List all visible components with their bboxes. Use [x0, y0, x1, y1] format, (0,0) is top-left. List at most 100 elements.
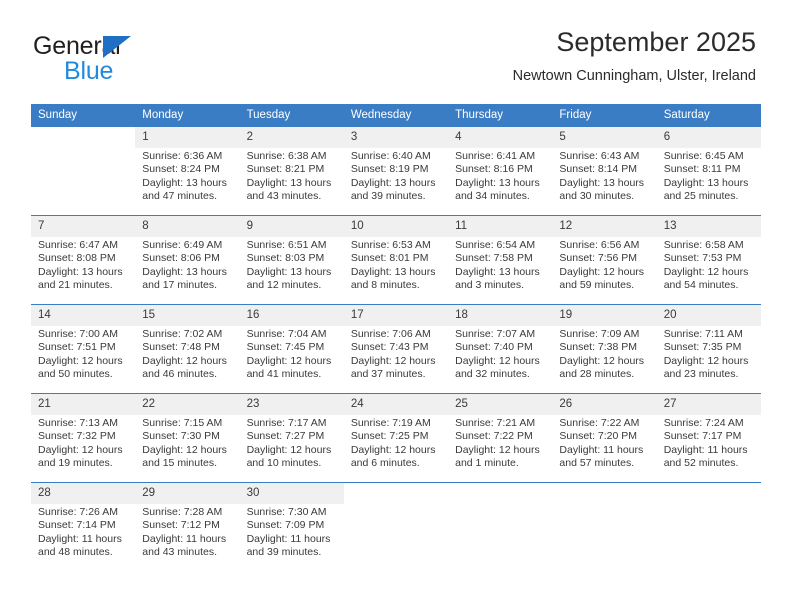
- day-cell[interactable]: 18 Sunrise: 7:07 AM Sunset: 7:40 PM Dayligh…: [448, 305, 553, 393]
- calendar-cell: 22 Sunrise: 7:15 AM Sunset: 7:30 PM Dayligh…: [135, 393, 240, 483]
- page-header: General Blue September 2025 Newtown Cunn…: [0, 0, 792, 100]
- day-details: Sunrise: 7:13 AM Sunset: 7:32 PM Daylight:…: [31, 415, 135, 471]
- calendar-cell: 16 Sunrise: 7:04 AM Sunset: 7:45 PM Dayligh…: [239, 304, 344, 394]
- day-cell-empty: [552, 483, 656, 571]
- day-number: 23: [239, 394, 344, 415]
- calendar-week-row: 14 Sunrise: 7:00 AM Sunset: 7:51 PM Dayligh…: [31, 304, 761, 394]
- sunset-text: Sunset: 8:16 PM: [455, 163, 533, 176]
- day-cell[interactable]: 13 Sunrise: 6:58 AM Sunset: 7:53 PM Dayligh…: [656, 216, 761, 304]
- sunrise-text: Sunrise: 6:53 AM: [350, 239, 431, 251]
- day-cell[interactable]: 7 Sunrise: 6:47 AM Sunset: 8:08 PM Daylight…: [31, 216, 136, 304]
- day-number: 21: [31, 394, 136, 415]
- day-cell-empty: [344, 483, 448, 571]
- day-details: Sunrise: 7:17 AM Sunset: 7:27 PM Daylight:…: [240, 415, 344, 471]
- day-cell[interactable]: 25 Sunrise: 7:21 AM Sunset: 7:22 PM Dayligh…: [448, 394, 553, 482]
- sunset-text: Sunset: 7:58 PM: [455, 252, 533, 265]
- day-number: 4: [448, 127, 553, 148]
- sunrise-text: Sunrise: 7:02 AM: [142, 328, 223, 340]
- title-block: September 2025 Newtown Cunningham, Ulste…: [512, 27, 756, 84]
- page-subtitle: Newtown Cunningham, Ulster, Ireland: [512, 67, 756, 84]
- day-details: Sunrise: 6:47 AM Sunset: 8:08 PM Daylight:…: [31, 237, 135, 293]
- day-number: 24: [343, 394, 449, 415]
- sunset-text: Sunset: 8:14 PM: [559, 163, 638, 176]
- calendar-cell: 6 Sunrise: 6:45 AM Sunset: 8:11 PM Daylight…: [656, 126, 761, 216]
- daylight-text: Daylight: 13 hours and 43 minutes.: [246, 176, 332, 203]
- day-cell[interactable]: 15 Sunrise: 7:02 AM Sunset: 7:48 PM Dayligh…: [135, 305, 240, 393]
- weekday-header-saturday: Saturday: [656, 104, 761, 127]
- day-number: 18: [448, 305, 553, 326]
- day-details: Sunrise: 7:15 AM Sunset: 7:30 PM Daylight:…: [135, 415, 239, 471]
- day-number: 3: [343, 127, 449, 148]
- sunset-text: Sunset: 7:35 PM: [663, 341, 742, 354]
- day-cell[interactable]: 9 Sunrise: 6:51 AM Sunset: 8:03 PM Daylight…: [239, 216, 344, 304]
- day-cell[interactable]: 5 Sunrise: 6:43 AM Sunset: 8:14 PM Daylight…: [552, 127, 657, 215]
- daylight-text: Daylight: 12 hours and 59 minutes.: [559, 265, 645, 292]
- day-cell[interactable]: 10 Sunrise: 6:53 AM Sunset: 8:01 PM Dayligh…: [343, 216, 449, 304]
- day-number: 20: [656, 305, 761, 326]
- daylight-text: Daylight: 11 hours and 39 minutes.: [246, 532, 331, 559]
- sunset-text: Sunset: 7:48 PM: [142, 341, 220, 354]
- day-number: 29: [135, 483, 240, 504]
- day-details: Sunrise: 7:24 AM Sunset: 7:17 PM Daylight:…: [657, 415, 761, 471]
- calendar-cell: [448, 482, 553, 571]
- daylight-text: Daylight: 12 hours and 23 minutes.: [663, 354, 749, 381]
- day-cell[interactable]: 30 Sunrise: 7:30 AM Sunset: 7:09 PM Dayligh…: [239, 483, 344, 571]
- day-cell[interactable]: 23 Sunrise: 7:17 AM Sunset: 7:27 PM Dayligh…: [239, 394, 344, 482]
- calendar-table: Sunday Monday Tuesday Wednesday Thursday Frid…: [31, 104, 761, 571]
- day-cell[interactable]: 2 Sunrise: 6:38 AM Sunset: 8:21 PM Daylight…: [239, 127, 344, 215]
- sunrise-text: Sunrise: 6:38 AM: [246, 150, 327, 162]
- general-blue-logo[interactable]: General Blue: [33, 32, 243, 88]
- day-cell[interactable]: 1 Sunrise: 6:36 AM Sunset: 8:24 PM Daylight…: [135, 127, 240, 215]
- daylight-text: Daylight: 12 hours and 50 minutes.: [38, 354, 123, 381]
- calendar-week-row: 21 Sunrise: 7:13 AM Sunset: 7:32 PM Dayligh…: [31, 393, 761, 483]
- day-cell[interactable]: 29 Sunrise: 7:28 AM Sunset: 7:12 PM Dayligh…: [135, 483, 240, 571]
- sunrise-text: Sunrise: 6:43 AM: [559, 150, 640, 162]
- day-cell[interactable]: 11 Sunrise: 6:54 AM Sunset: 7:58 PM Dayligh…: [448, 216, 553, 304]
- daylight-text: Daylight: 12 hours and 37 minutes.: [350, 354, 436, 381]
- sunset-text: Sunset: 7:25 PM: [350, 430, 429, 443]
- day-cell[interactable]: 24 Sunrise: 7:19 AM Sunset: 7:25 PM Dayligh…: [343, 394, 449, 482]
- calendar-cell: 11 Sunrise: 6:54 AM Sunset: 7:58 PM Dayligh…: [448, 215, 553, 305]
- day-cell[interactable]: 28 Sunrise: 7:26 AM Sunset: 7:14 PM Dayligh…: [31, 483, 136, 571]
- day-cell[interactable]: 14 Sunrise: 7:00 AM Sunset: 7:51 PM Dayligh…: [31, 305, 136, 393]
- sunrise-text: Sunrise: 6:45 AM: [663, 150, 744, 162]
- day-cell[interactable]: 21 Sunrise: 7:13 AM Sunset: 7:32 PM Dayligh…: [31, 394, 136, 482]
- day-cell[interactable]: 19 Sunrise: 7:09 AM Sunset: 7:38 PM Dayligh…: [552, 305, 657, 393]
- day-cell[interactable]: 8 Sunrise: 6:49 AM Sunset: 8:06 PM Daylight…: [135, 216, 240, 304]
- day-cell[interactable]: 22 Sunrise: 7:15 AM Sunset: 7:30 PM Dayligh…: [135, 394, 240, 482]
- day-details: Sunrise: 7:30 AM Sunset: 7:09 PM Daylight:…: [240, 504, 344, 560]
- sunset-text: Sunset: 7:20 PM: [559, 430, 638, 443]
- day-number: 13: [656, 216, 761, 237]
- sunrise-text: Sunrise: 7:09 AM: [559, 328, 640, 340]
- day-cell[interactable]: 4 Sunrise: 6:41 AM Sunset: 8:16 PM Daylight…: [448, 127, 553, 215]
- sunrise-text: Sunrise: 6:49 AM: [142, 239, 223, 251]
- day-cell[interactable]: 6 Sunrise: 6:45 AM Sunset: 8:11 PM Daylight…: [656, 127, 761, 215]
- day-number: 9: [239, 216, 344, 237]
- day-details: Sunrise: 7:04 AM Sunset: 7:45 PM Daylight:…: [240, 326, 344, 382]
- calendar-cell: 10 Sunrise: 6:53 AM Sunset: 8:01 PM Dayligh…: [343, 215, 449, 305]
- day-details: Sunrise: 7:06 AM Sunset: 7:43 PM Daylight:…: [344, 326, 448, 382]
- day-cell[interactable]: 26 Sunrise: 7:22 AM Sunset: 7:20 PM Dayligh…: [552, 394, 657, 482]
- sunrise-text: Sunrise: 7:26 AM: [38, 506, 118, 518]
- day-cell[interactable]: 16 Sunrise: 7:04 AM Sunset: 7:45 PM Dayligh…: [239, 305, 344, 393]
- day-number: 27: [656, 394, 761, 415]
- day-cell[interactable]: 3 Sunrise: 6:40 AM Sunset: 8:19 PM Daylight…: [343, 127, 449, 215]
- calendar-cell: 1 Sunrise: 6:36 AM Sunset: 8:24 PM Daylight…: [135, 126, 240, 216]
- day-details: Sunrise: 7:21 AM Sunset: 7:22 PM Daylight:…: [448, 415, 552, 471]
- sunset-text: Sunset: 8:24 PM: [142, 163, 220, 176]
- daylight-text: Daylight: 12 hours and 54 minutes.: [663, 265, 749, 292]
- sunrise-text: Sunrise: 6:58 AM: [663, 239, 744, 251]
- sunset-text: Sunset: 7:51 PM: [38, 341, 116, 354]
- day-cell[interactable]: 12 Sunrise: 6:56 AM Sunset: 7:56 PM Dayligh…: [552, 216, 657, 304]
- sunrise-text: Sunrise: 7:28 AM: [142, 506, 223, 518]
- sunset-text: Sunset: 8:11 PM: [663, 163, 741, 176]
- day-details: Sunrise: 7:11 AM Sunset: 7:35 PM Daylight:…: [657, 326, 761, 382]
- day-cell[interactable]: 20 Sunrise: 7:11 AM Sunset: 7:35 PM Dayligh…: [656, 305, 761, 393]
- calendar-cell: [656, 482, 761, 571]
- sunset-text: Sunset: 8:08 PM: [38, 252, 116, 265]
- day-cell[interactable]: 27 Sunrise: 7:24 AM Sunset: 7:17 PM Dayligh…: [656, 394, 761, 482]
- sunrise-text: Sunrise: 7:00 AM: [38, 328, 118, 340]
- sunset-text: Sunset: 7:40 PM: [455, 341, 533, 354]
- day-cell[interactable]: 17 Sunrise: 7:06 AM Sunset: 7:43 PM Dayligh…: [343, 305, 449, 393]
- sunset-text: Sunset: 7:32 PM: [38, 430, 116, 443]
